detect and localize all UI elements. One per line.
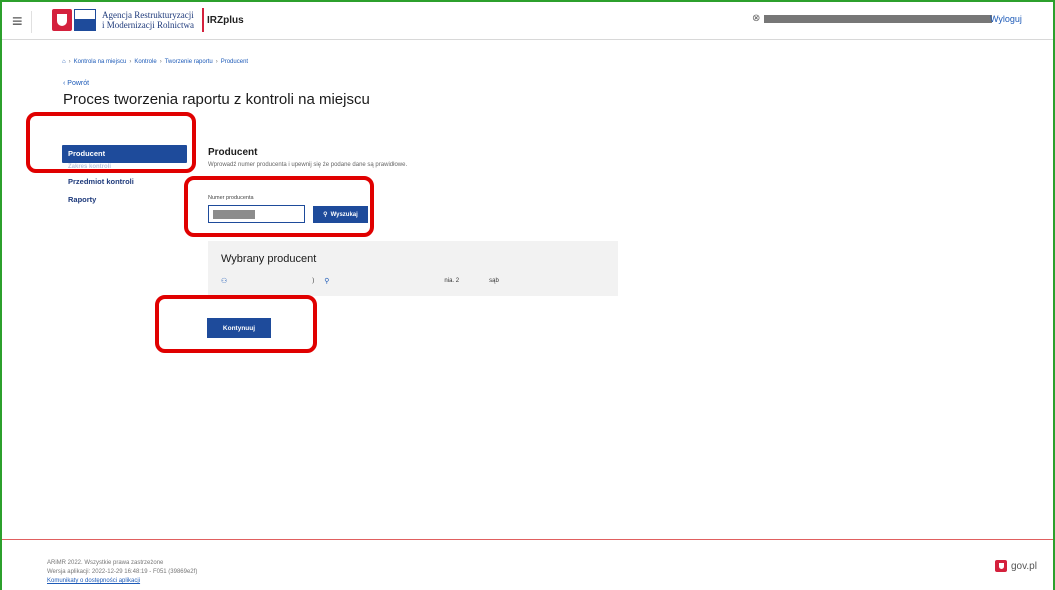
arimr-logo[interactable]: Agencja Restrukturyzacji i Modernizacji … <box>52 8 204 32</box>
continue-button[interactable]: Kontynuuj <box>207 318 271 338</box>
footer: ARiMR 2022. Wszystkie prawa zastrzeżone … <box>2 539 1053 590</box>
breadcrumb-current: Producent <box>220 59 249 65</box>
panel-title: Wybrany producent <box>221 253 317 265</box>
redacted-value <box>213 210 255 219</box>
search-button[interactable]: ⚲ Wyszukaj <box>313 206 368 223</box>
top-bar: ≡ Agencja Restrukturyzacji i Modernizacj… <box>2 2 1053 40</box>
chevron-left-icon: ‹ <box>63 80 66 87</box>
logo-text: Agencja Restrukturyzacji i Modernizacji … <box>102 10 194 30</box>
arimr-emblem-icon <box>74 9 96 31</box>
user-icon: ⊗ <box>752 13 761 24</box>
accessibility-link[interactable]: Komunikaty o dostępności aplikacji <box>47 578 140 584</box>
footer-copyright: ARiMR 2022. Wszystkie prawa zastrzeżone <box>47 560 164 566</box>
breadcrumb-item[interactable]: Kontrole <box>134 59 156 65</box>
step-raporty[interactable]: Raporty <box>62 191 187 209</box>
step-producent[interactable]: Producent <box>62 145 187 163</box>
producer-details: ⚇ ) ⚲ nia. 2 sąb <box>221 278 499 285</box>
section-description: Wprowadź numer producenta i upewnij się … <box>208 162 408 168</box>
producer-number-input[interactable] <box>208 205 305 223</box>
person-icon: ⚇ <box>221 278 228 285</box>
eagle-emblem-icon <box>52 9 72 31</box>
step-przedmiot-kontroli[interactable]: Przedmiot kontroli <box>62 173 187 191</box>
breadcrumb-item[interactable]: Tworzenie raportu <box>165 59 213 65</box>
page-title: Proces tworzenia raportu z kontroli na m… <box>63 91 370 108</box>
logo-divider <box>201 8 204 32</box>
search-icon: ⚲ <box>323 212 328 218</box>
step-zakres-kontroli[interactable]: Zakres kontroli <box>62 163 187 173</box>
location-pin-icon: ⚲ <box>324 278 330 285</box>
eagle-emblem-icon <box>995 560 1007 572</box>
back-link[interactable]: ‹ Powrót <box>63 80 89 87</box>
home-icon[interactable]: ⌂ <box>62 59 66 65</box>
footer-version: Wersja aplikacji: 2022-12-29 16:48:19 - … <box>47 569 198 575</box>
app-name: IRZplus <box>207 15 244 26</box>
breadcrumb: ⌂ › Kontrola na miejscu › Kontrole › Two… <box>62 59 249 65</box>
hamburger-icon[interactable]: ≡ <box>8 11 32 33</box>
producer-number-label: Numer producenta <box>208 195 254 201</box>
gov-pl-link[interactable]: gov.pl <box>995 560 1037 572</box>
logout-link[interactable]: Wyloguj <box>990 14 1022 24</box>
steps-nav: Producent Zakres kontroli Przedmiot kont… <box>62 145 187 209</box>
section-title: Producent <box>208 147 258 158</box>
user-name-redacted <box>764 15 992 23</box>
breadcrumb-item[interactable]: Kontrola na miejscu <box>74 59 127 65</box>
selected-producer-panel: Wybrany producent ⚇ ) ⚲ nia. 2 sąb <box>208 241 618 296</box>
